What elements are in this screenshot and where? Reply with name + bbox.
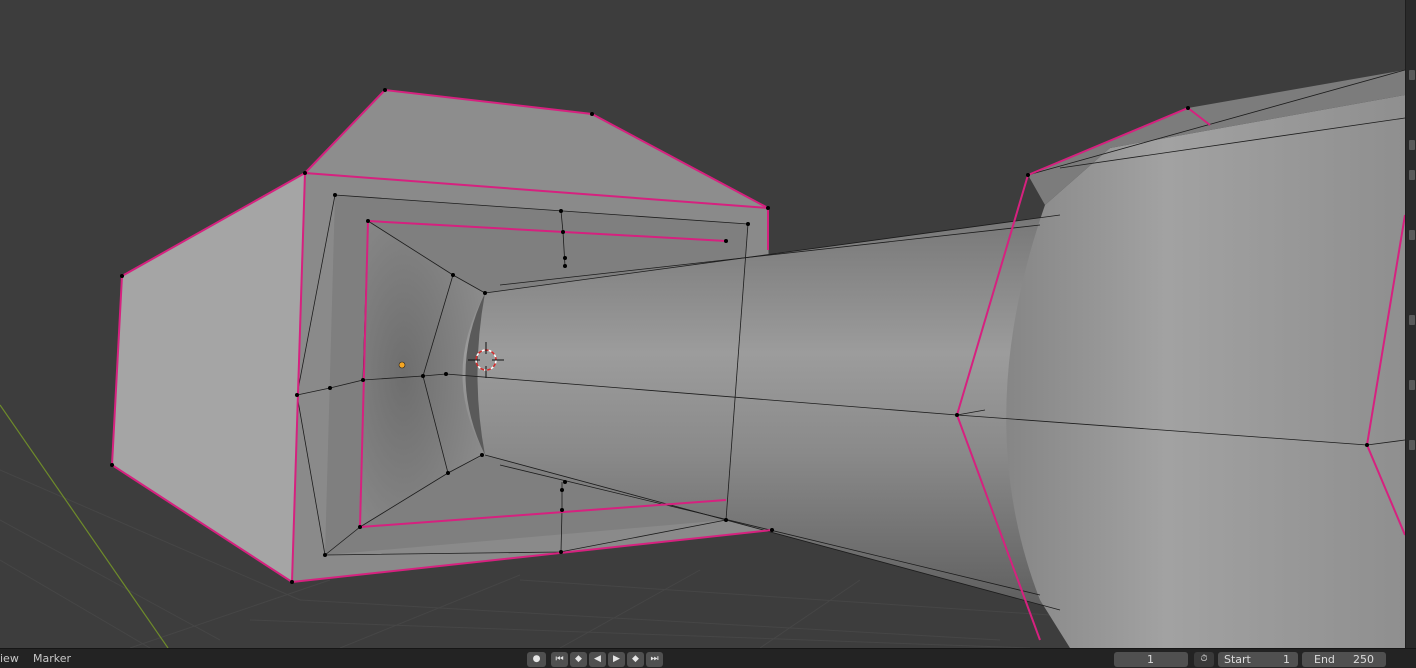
jump-to-start-icon: ⏮ xyxy=(555,654,564,664)
marker-menu[interactable]: Marker xyxy=(33,652,71,666)
start-value: 1 xyxy=(1283,653,1290,666)
previous-keyframe-icon: ◆ xyxy=(575,654,582,664)
current-frame-value: 1 xyxy=(1147,653,1154,666)
sidebar-tab[interactable] xyxy=(1409,170,1415,180)
end-value: 250 xyxy=(1353,653,1374,666)
mesh-face-left xyxy=(112,173,305,582)
start-label: Start xyxy=(1224,653,1251,666)
current-frame-field[interactable]: 1 xyxy=(1114,652,1188,667)
sidebar-tab[interactable] xyxy=(1409,70,1415,80)
sidebar-tab[interactable] xyxy=(1409,380,1415,390)
3d-viewport[interactable] xyxy=(0,0,1405,648)
next-keyframe-icon: ◆ xyxy=(632,654,639,664)
timeline-header: iew Marker ● ⏮ ◆ ◀ ▶ ◆ ⏭ 1 ⏱ Start 1 End… xyxy=(0,648,1416,668)
view-menu[interactable]: iew xyxy=(0,652,19,666)
preview-range-button[interactable]: ⏱ xyxy=(1194,652,1214,667)
record-icon: ● xyxy=(532,654,541,664)
sidebar-tab[interactable] xyxy=(1409,315,1415,325)
prev-keyframe-button[interactable]: ◆ xyxy=(570,652,587,667)
next-keyframe-button[interactable]: ◆ xyxy=(627,652,644,667)
play-button[interactable]: ▶ xyxy=(608,652,625,667)
stopwatch-icon: ⏱ xyxy=(1200,654,1208,664)
jump-end-button[interactable]: ⏭ xyxy=(646,652,663,667)
jump-to-end-icon: ⏭ xyxy=(650,654,659,664)
start-frame-field[interactable]: Start 1 xyxy=(1218,652,1298,667)
end-label: End xyxy=(1314,653,1335,666)
record-button[interactable]: ● xyxy=(527,652,546,667)
sidebar-tab-strip[interactable] xyxy=(1405,0,1416,648)
play-reverse-button[interactable]: ◀ xyxy=(589,652,606,667)
sidebar-tab[interactable] xyxy=(1409,440,1415,450)
jump-start-button[interactable]: ⏮ xyxy=(551,652,568,667)
end-frame-field[interactable]: End 250 xyxy=(1302,652,1386,667)
sidebar-tab[interactable] xyxy=(1409,140,1415,150)
play-icon: ▶ xyxy=(613,654,620,664)
object-origin[interactable] xyxy=(398,361,406,369)
play-reverse-icon: ◀ xyxy=(594,654,601,664)
sidebar-tab[interactable] xyxy=(1409,230,1415,240)
